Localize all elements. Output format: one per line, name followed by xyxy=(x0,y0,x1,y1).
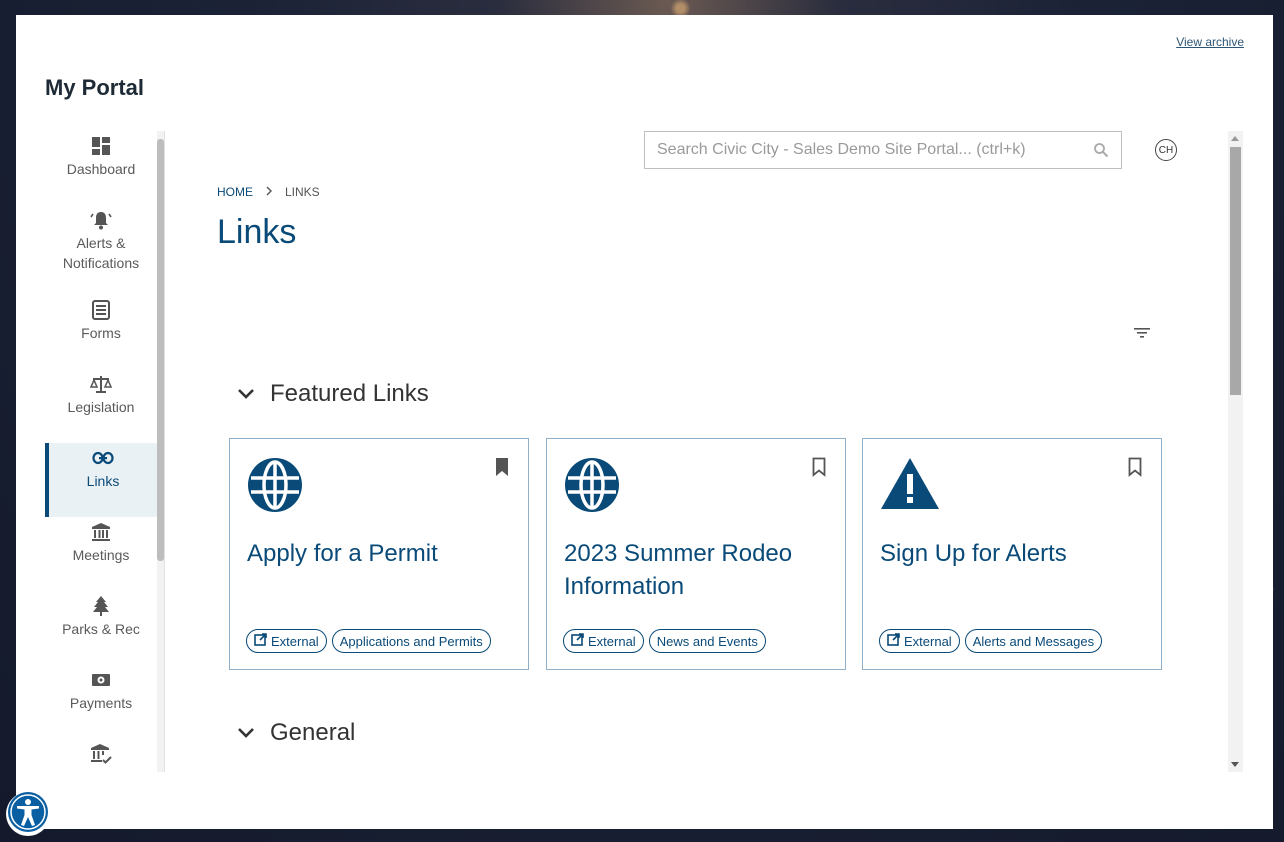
section-title: Featured Links xyxy=(270,380,429,407)
accessibility-button[interactable] xyxy=(6,791,50,838)
sidebar-item-parks[interactable]: Parks & Rec xyxy=(45,591,157,665)
accessibility-icon xyxy=(7,791,49,838)
money-icon xyxy=(90,669,112,691)
search-icon[interactable] xyxy=(1081,142,1121,158)
featured-links-toggle[interactable]: Featured Links xyxy=(236,380,429,408)
sidebar-item-label: Payments xyxy=(69,695,133,711)
filter-button[interactable] xyxy=(1133,326,1153,342)
sidebar-item-legislation[interactable]: Legislation xyxy=(45,369,157,443)
tag-category[interactable]: Alerts and Messages xyxy=(964,629,1103,653)
card-tags: External Applications and Permits xyxy=(246,629,491,653)
link-card-sign-up-alerts[interactable]: Sign Up for Alerts External Alerts and M… xyxy=(862,438,1162,670)
tag-label: Applications and Permits xyxy=(339,633,483,649)
main-scrollbar[interactable] xyxy=(1228,131,1243,772)
sidebar-item-more[interactable] xyxy=(45,739,157,772)
sidebar-item-label: Meetings xyxy=(72,547,130,563)
sidebar-item-links[interactable]: Links xyxy=(45,443,157,517)
sidebar-item-forms[interactable]: Forms xyxy=(45,295,157,369)
form-icon xyxy=(90,299,112,321)
link-card-apply-permit[interactable]: Apply for a Permit External Applications… xyxy=(229,438,529,670)
sidebar-item-label: Forms xyxy=(81,325,121,341)
card-title[interactable]: Apply for a Permit xyxy=(247,537,511,570)
breadcrumb: HOME LINKS xyxy=(217,185,320,199)
globe-icon xyxy=(247,457,307,517)
bell-icon xyxy=(90,209,112,231)
sidebar-item-label: Links xyxy=(86,473,120,489)
tag-category[interactable]: Applications and Permits xyxy=(331,629,491,653)
sidebar-scrollbar[interactable] xyxy=(157,131,164,772)
link-card-rodeo-info[interactable]: 2023 Summer Rodeo Information External N… xyxy=(546,438,846,670)
sidebar-item-label: Dashboard xyxy=(66,161,136,177)
tree-icon xyxy=(90,595,112,617)
card-title[interactable]: 2023 Summer Rodeo Information xyxy=(564,537,828,603)
globe-icon xyxy=(564,457,624,517)
main-scrollbar-thumb[interactable] xyxy=(1230,147,1241,395)
sidebar-item-payments[interactable]: Payments xyxy=(45,665,157,739)
card-title[interactable]: Sign Up for Alerts xyxy=(880,537,1144,570)
external-link-icon xyxy=(254,633,267,649)
warning-icon xyxy=(880,457,940,517)
chevron-right-icon xyxy=(265,185,273,199)
sidebar-item-label: Parks & Rec xyxy=(62,621,140,637)
link-icon xyxy=(92,447,114,469)
scales-icon xyxy=(90,373,112,395)
tag-label: Alerts and Messages xyxy=(972,633,1095,649)
bookmark-filled-icon[interactable] xyxy=(494,457,510,477)
tag-label: External xyxy=(271,633,319,649)
breadcrumb-home-link[interactable]: HOME xyxy=(217,185,253,199)
bank-check-icon xyxy=(90,743,112,765)
bank-icon xyxy=(90,521,112,543)
tag-external[interactable]: External xyxy=(879,629,960,653)
chevron-down-icon xyxy=(236,719,256,747)
tag-label: News and Events xyxy=(656,633,758,649)
bookmark-outline-icon[interactable] xyxy=(811,457,827,477)
sidebar-item-meetings[interactable]: Meetings xyxy=(45,517,157,591)
view-archive-link[interactable]: View archive xyxy=(1176,35,1244,49)
portal-title: My Portal xyxy=(45,75,145,100)
dashboard-icon xyxy=(90,135,112,157)
sidebar-item-dashboard[interactable]: Dashboard xyxy=(45,131,157,205)
breadcrumb-current: LINKS xyxy=(285,185,320,199)
sidebar-divider xyxy=(164,131,165,772)
tag-external[interactable]: External xyxy=(246,629,327,653)
portal-modal: View archive My Portal Dashboard Alerts … xyxy=(16,15,1273,829)
search-box xyxy=(644,131,1122,169)
card-tags: External News and Events xyxy=(563,629,766,653)
tag-category[interactable]: News and Events xyxy=(648,629,766,653)
chevron-down-icon xyxy=(236,380,256,408)
section-title: General xyxy=(270,719,356,746)
external-link-icon xyxy=(571,633,584,649)
sidebar-item-alerts[interactable]: Alerts & Notifications xyxy=(45,205,157,295)
user-avatar[interactable]: CH xyxy=(1155,139,1177,161)
search-input[interactable] xyxy=(645,132,1081,168)
page-title: Links xyxy=(217,213,297,251)
tag-label: External xyxy=(588,633,636,649)
card-tags: External Alerts and Messages xyxy=(879,629,1103,653)
general-section-toggle[interactable]: General xyxy=(236,719,355,747)
bookmark-outline-icon[interactable] xyxy=(1127,457,1143,477)
sidebar-item-label: Legislation xyxy=(67,399,135,415)
tag-external[interactable]: External xyxy=(563,629,644,653)
scroll-down-arrow[interactable] xyxy=(1231,762,1239,767)
tag-label: External xyxy=(904,633,952,649)
sidebar-item-label: Alerts & Notifications xyxy=(62,235,140,271)
external-link-icon xyxy=(887,633,900,649)
sidebar-scrollbar-thumb[interactable] xyxy=(157,139,164,561)
sidebar-nav: Dashboard Alerts & Notifications Forms L… xyxy=(45,131,157,772)
filter-icon xyxy=(1133,327,1151,344)
scroll-up-arrow[interactable] xyxy=(1231,136,1239,141)
